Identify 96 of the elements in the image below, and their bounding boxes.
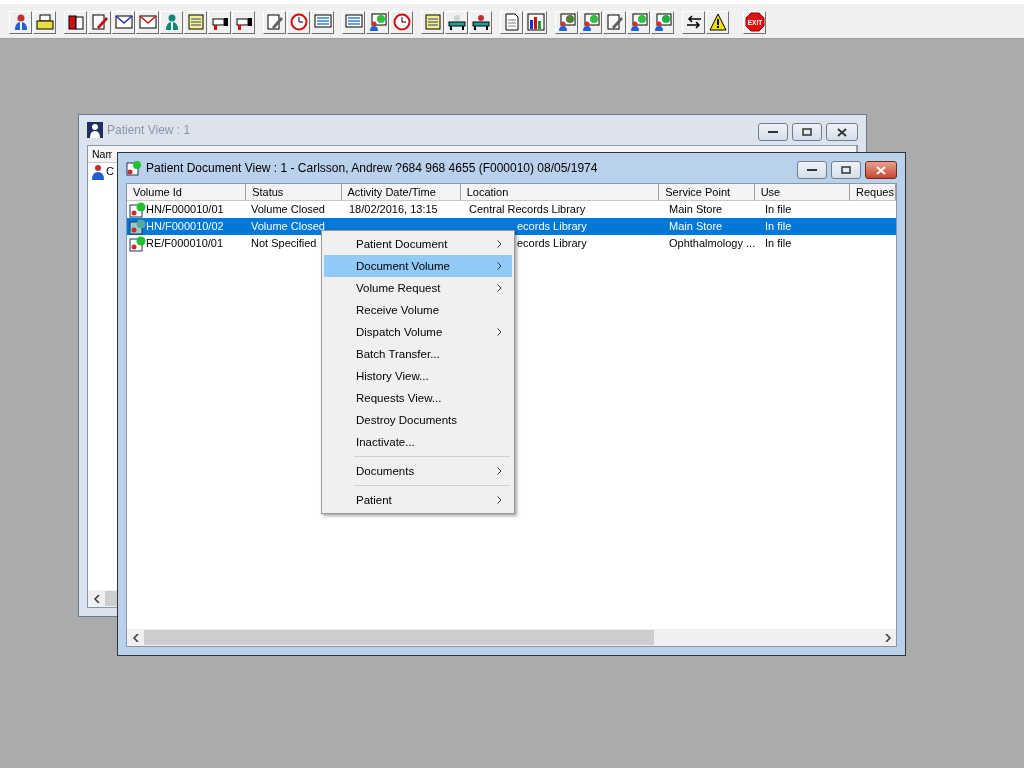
- table-cell: 18/02/2016, 13:15: [349, 202, 438, 217]
- form-edit-icon: [605, 13, 624, 31]
- arrows-person-icon: [653, 13, 672, 31]
- close-icon: [876, 165, 886, 175]
- maximize-button[interactable]: [831, 161, 861, 179]
- document-icon: [126, 160, 142, 176]
- toolbar-button[interactable]: [263, 10, 286, 34]
- table-cell: ecords Library: [517, 219, 587, 234]
- menu-item[interactable]: Patient: [324, 489, 512, 511]
- scrollbar-thumb[interactable]: [144, 630, 654, 645]
- chevron-left-icon: [93, 594, 100, 603]
- toolbar-button[interactable]: [232, 10, 255, 34]
- envelope-icon: [114, 13, 133, 31]
- minimize-button[interactable]: [797, 161, 827, 179]
- table-cell[interactable]: HN/F000010/01: [146, 202, 224, 217]
- menu-item[interactable]: Inactivate...: [324, 431, 512, 453]
- toolbar-button[interactable]: [112, 10, 135, 34]
- table-cell: Volume Closed: [251, 219, 325, 234]
- folder-document-icon: [129, 235, 146, 252]
- menu-item[interactable]: Documents: [324, 460, 512, 482]
- menu-item[interactable]: Patient Document: [324, 233, 512, 255]
- minimize-icon: [807, 168, 817, 172]
- menu-item[interactable]: Destroy Documents: [324, 409, 512, 431]
- column-header[interactable]: Status: [246, 184, 342, 201]
- warning-icon: [708, 13, 727, 31]
- notepad-icon: [423, 13, 442, 31]
- grid-person-icon: [629, 13, 648, 31]
- close-icon: [837, 127, 847, 137]
- menu-item[interactable]: Receive Volume: [324, 299, 512, 321]
- table-cell: Central Records Library: [469, 202, 586, 217]
- transfer-arrows-icon: [684, 13, 703, 31]
- note-icon: [186, 13, 205, 31]
- mail-icon: [138, 13, 157, 31]
- table-cell: C: [106, 164, 114, 179]
- form-person-icon: [581, 13, 600, 31]
- column-header[interactable]: Service Point: [659, 184, 755, 201]
- chevron-left-icon: [132, 633, 139, 642]
- minimize-button[interactable]: [758, 123, 788, 141]
- window-title: Patient Document View : 1 - Carlsson, Andrew ?684 968 4655 (F000010) 08/05/1974: [146, 161, 598, 175]
- maximize-icon: [841, 166, 851, 174]
- table-cell[interactable]: RE/F000010/01: [146, 236, 224, 251]
- maximize-icon: [802, 128, 812, 136]
- book-icon: [66, 13, 85, 31]
- toolbar-button[interactable]: [706, 10, 729, 34]
- menu-item[interactable]: Dispatch Volume: [324, 321, 512, 343]
- document-pen-icon: [265, 13, 284, 31]
- bed-icon: [447, 13, 466, 31]
- toolbar-button[interactable]: [445, 10, 468, 34]
- table-cell: Volume Closed: [251, 202, 325, 217]
- screen-person-icon: [344, 13, 363, 31]
- toolbar-button[interactable]: [33, 10, 56, 34]
- column-header[interactable]: Use: [754, 184, 850, 201]
- monitor-icon: [313, 13, 332, 31]
- clock-person-icon: [392, 13, 411, 31]
- toolbar-button[interactable]: [524, 10, 547, 34]
- menu-item[interactable]: History View...: [324, 365, 512, 387]
- table-cell: ecords Library: [517, 236, 587, 251]
- column-header[interactable]: Location: [460, 184, 660, 201]
- toolbar-button[interactable]: [469, 10, 492, 34]
- window-title: Patient View : 1: [107, 123, 191, 137]
- folder-document-icon: [129, 201, 146, 218]
- bar-chart-icon: [526, 13, 545, 31]
- form-person-icon: [368, 13, 387, 31]
- table-cell: Ophthalmology ...: [669, 236, 756, 251]
- menu-item[interactable]: Batch Transfer...: [324, 343, 512, 365]
- maximize-button[interactable]: [792, 123, 822, 141]
- person-icon: [90, 163, 106, 180]
- menu-item[interactable]: Requests View...: [324, 387, 512, 409]
- pen-icon: [90, 13, 109, 31]
- toolbar-button[interactable]: [88, 10, 111, 34]
- table-cell: In file: [765, 236, 792, 251]
- minimize-icon: [768, 130, 778, 134]
- toolbar-button[interactable]: [208, 10, 231, 34]
- printer-icon: [35, 13, 54, 31]
- toolbar-button[interactable]: [603, 10, 626, 34]
- person-icon: [87, 122, 103, 138]
- page-icon: [502, 13, 521, 31]
- chevron-right-icon: [884, 633, 891, 642]
- table-cell: Not Specified: [251, 236, 317, 251]
- globe-person-icon: [557, 13, 576, 31]
- column-header[interactable]: Volume Id: [127, 184, 247, 201]
- menu-item[interactable]: Document Volume: [324, 255, 512, 277]
- table-cell[interactable]: HN/F000010/02: [146, 219, 224, 234]
- close-button[interactable]: [865, 161, 897, 179]
- table-cell: In file: [765, 219, 792, 234]
- bed-person-icon: [471, 13, 490, 31]
- column-header[interactable]: Activity Date/Time: [341, 184, 461, 201]
- table-cell: Main Store: [669, 202, 723, 217]
- table-cell: In file: [765, 202, 792, 217]
- toolbar-button[interactable]: [682, 10, 705, 34]
- folder-document-icon: [129, 218, 146, 235]
- table-cell: Main Store: [669, 219, 723, 234]
- column-header[interactable]: Reques: [850, 184, 896, 201]
- menu-item[interactable]: Volume Request: [324, 277, 512, 299]
- clock-icon: [289, 13, 308, 31]
- toolbar-button[interactable]: [64, 10, 87, 34]
